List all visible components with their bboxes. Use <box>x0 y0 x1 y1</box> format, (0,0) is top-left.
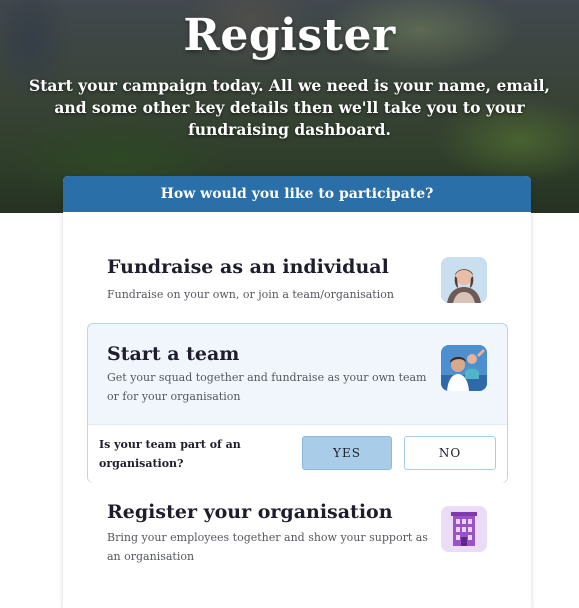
team-organisation-question: Is your team part of an organisation? <box>99 438 241 470</box>
option-title: Fundraise as an individual <box>107 256 389 278</box>
option-register-organisation[interactable]: Register your organisation Bring your em… <box>63 501 531 571</box>
page-title: Register <box>183 10 396 61</box>
option-fundraise-individual[interactable]: Fundraise as an individual Fundraise on … <box>63 256 531 316</box>
participation-card-header: How would you like to participate? <box>63 176 531 212</box>
option-description: Fundraise on your own, or join a team/or… <box>107 288 394 301</box>
no-button[interactable]: NO <box>404 436 496 470</box>
team-photo-icon <box>441 345 487 391</box>
team-organisation-question-row: Is your team part of an organisation? YE… <box>88 424 507 483</box>
option-description: Bring your employees together and show y… <box>107 531 428 563</box>
option-title: Start a team <box>107 343 240 365</box>
option-description: Get your squad together and fundraise as… <box>107 371 427 403</box>
building-icon <box>441 506 487 552</box>
person-photo-icon <box>441 257 487 303</box>
yes-button[interactable]: YES <box>302 436 392 470</box>
option-start-team[interactable]: Start a team Get your squad together and… <box>87 323 508 483</box>
participation-card: How would you like to participate? Fundr… <box>63 176 531 608</box>
option-title: Register your organisation <box>107 501 393 523</box>
page-subtitle: Start your campaign today. All we need i… <box>29 76 550 139</box>
